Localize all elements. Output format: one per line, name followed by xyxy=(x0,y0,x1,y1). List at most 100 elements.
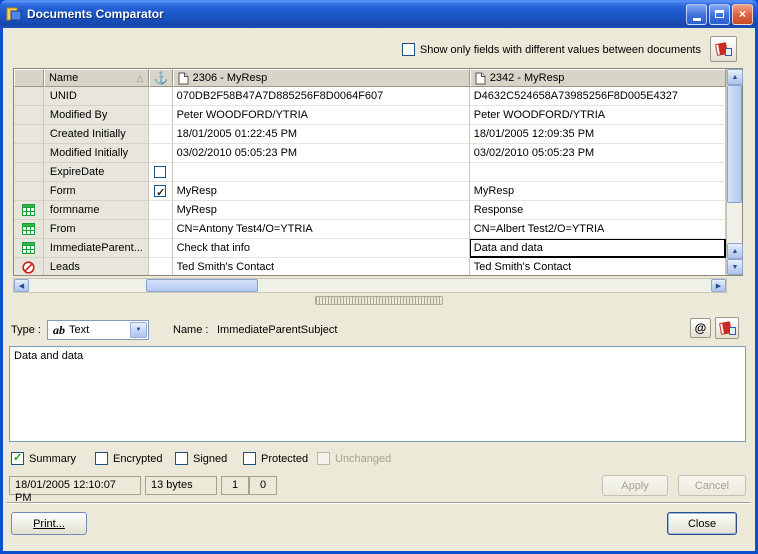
field-name-cell[interactable]: formname xyxy=(44,201,149,220)
comparator-field-button[interactable] xyxy=(715,317,739,339)
apply-button[interactable]: Apply xyxy=(602,475,668,496)
summary-label: Summary xyxy=(29,453,76,465)
footer-divider xyxy=(7,502,751,504)
anchor-cell[interactable] xyxy=(149,220,173,239)
table-row[interactable]: From CN=Antony Test4/O=YTRIA CN=Albert T… xyxy=(14,220,726,239)
vertical-scrollbar-thumb[interactable] xyxy=(727,85,742,203)
field-name-cell[interactable]: Modified Initially xyxy=(44,144,149,163)
table-row[interactable]: Leads Ted Smith's Contact Ted Smith's Co… xyxy=(14,258,726,275)
doc2-value-cell[interactable]: CN=Albert Test2/O=YTRIA xyxy=(470,220,726,239)
doc2-header-label: 2342 - MyResp xyxy=(490,69,565,87)
doc2-value-cell[interactable]: Ted Smith's Contact xyxy=(470,258,726,275)
table-row[interactable]: Form MyResp MyResp xyxy=(14,182,726,201)
table-row[interactable]: Modified Initially 03/02/2010 05:05:23 P… xyxy=(14,144,726,163)
filter-row: Show only fields with different values b… xyxy=(402,43,701,56)
doc1-value-cell[interactable]: Check that info xyxy=(173,239,470,258)
encrypted-label: Encrypted xyxy=(113,453,163,465)
anchor-cell[interactable] xyxy=(149,87,173,106)
scroll-up-button[interactable]: ▲ xyxy=(727,69,743,85)
doc1-value-cell[interactable]: 03/02/2010 05:05:23 PM xyxy=(173,144,470,163)
encrypted-checkbox[interactable] xyxy=(95,452,108,465)
doc2-value-cell[interactable]: Response xyxy=(470,201,726,220)
row-icon-cell xyxy=(14,87,44,106)
minimize-button[interactable] xyxy=(686,4,707,25)
doc2-value-cell[interactable]: Peter WOODFORD/YTRIA xyxy=(470,106,726,125)
doc1-value-cell[interactable]: Ted Smith's Contact xyxy=(173,258,470,275)
field-name-cell[interactable]: UNID xyxy=(44,87,149,106)
horizontal-scrollbar[interactable]: ◀ ▶ xyxy=(13,278,727,293)
close-button[interactable]: Close xyxy=(667,512,737,535)
doc2-value-cell-selected[interactable]: Data and data xyxy=(470,239,726,258)
filter-label: Show only fields with different values b… xyxy=(420,44,701,56)
grid-header-anchor[interactable]: ⚓ xyxy=(149,69,173,87)
doc1-value-cell[interactable]: MyResp xyxy=(173,201,470,220)
anchor-cell[interactable] xyxy=(149,258,173,275)
grid-header-name[interactable]: Name △ xyxy=(44,69,149,87)
unchanged-label: Unchanged xyxy=(335,453,391,465)
field-name-cell[interactable]: Form xyxy=(44,182,149,201)
horizontal-scrollbar-thumb[interactable] xyxy=(146,279,258,292)
table-row-selected[interactable]: ImmediateParent... Check that info Data … xyxy=(14,239,726,258)
table-row[interactable]: Modified By Peter WOODFORD/YTRIA Peter W… xyxy=(14,106,726,125)
field-name-cell[interactable]: Created Initially xyxy=(44,125,149,144)
comparator-tool-button[interactable] xyxy=(710,36,737,62)
row-checkbox[interactable] xyxy=(154,166,166,178)
chevron-down-icon[interactable]: ▼ xyxy=(130,322,147,338)
field-name-cell[interactable]: Modified By xyxy=(44,106,149,125)
pane-splitter-handle[interactable] xyxy=(315,296,443,305)
field-name-value: ImmediateParentSubject xyxy=(217,324,337,336)
anchor-cell[interactable] xyxy=(149,182,173,201)
type-dropdown[interactable]: ab Text ▼ xyxy=(47,320,149,340)
encrypted-flag: Encrypted xyxy=(95,452,163,465)
table-row[interactable]: formname MyResp Response xyxy=(14,201,726,220)
signed-checkbox[interactable] xyxy=(175,452,188,465)
anchor-cell[interactable] xyxy=(149,163,173,182)
close-window-button[interactable]: × xyxy=(732,4,753,25)
vertical-scrollbar[interactable]: ▲ ▲ ▼ xyxy=(726,69,742,275)
doc1-value-cell[interactable]: MyResp xyxy=(173,182,470,201)
doc2-value-cell[interactable]: MyResp xyxy=(470,182,726,201)
table-row[interactable]: Created Initially 18/01/2005 01:22:45 PM… xyxy=(14,125,726,144)
anchor-cell[interactable] xyxy=(149,239,173,258)
summary-checkbox[interactable] xyxy=(11,452,24,465)
field-name-cell[interactable]: From xyxy=(44,220,149,239)
doc1-value-cell[interactable] xyxy=(173,163,470,182)
row-checkbox[interactable] xyxy=(154,185,166,197)
scroll-right-button[interactable]: ▶ xyxy=(711,279,726,292)
close-icon: × xyxy=(739,7,746,21)
doc1-value-cell[interactable]: 18/01/2005 01:22:45 PM xyxy=(173,125,470,144)
scroll-down-button[interactable]: ▼ xyxy=(727,259,743,275)
doc1-value-cell[interactable]: Peter WOODFORD/YTRIA xyxy=(173,106,470,125)
title-bar[interactable]: Documents Comparator × xyxy=(0,0,758,28)
field-name-cell[interactable]: ExpireDate xyxy=(44,163,149,182)
text-type-icon: ab xyxy=(53,323,65,338)
print-button[interactable]: Print... xyxy=(11,512,87,535)
row-icon-cell xyxy=(14,106,44,125)
row-icon-cell xyxy=(14,163,44,182)
doc1-value-cell[interactable]: CN=Antony Test4/O=YTRIA xyxy=(173,220,470,239)
protected-checkbox[interactable] xyxy=(243,452,256,465)
doc2-value-cell[interactable]: 03/02/2010 05:05:23 PM xyxy=(470,144,726,163)
anchor-cell[interactable] xyxy=(149,125,173,144)
scroll-left-button[interactable]: ◀ xyxy=(14,279,29,292)
cancel-button[interactable]: Cancel xyxy=(678,475,746,496)
field-name-cell[interactable]: ImmediateParent... xyxy=(44,239,149,258)
maximize-button[interactable] xyxy=(709,4,730,25)
grid-header-doc2[interactable]: 2342 - MyResp xyxy=(470,69,726,87)
doc2-value-cell[interactable] xyxy=(470,163,726,182)
scroll-up-button-lower[interactable]: ▲ xyxy=(727,243,743,259)
at-formula-button[interactable]: @ xyxy=(690,318,711,338)
anchor-cell[interactable] xyxy=(149,201,173,220)
anchor-cell[interactable] xyxy=(149,144,173,163)
doc1-value-cell[interactable]: 070DB2F58B47A7D885256F8D0064F607 xyxy=(173,87,470,106)
filter-checkbox[interactable] xyxy=(402,43,415,56)
field-value-textarea[interactable]: Data and data xyxy=(9,346,746,442)
doc2-value-cell[interactable]: D4632C524658A73985256F8D005E4327 xyxy=(470,87,726,106)
table-row[interactable]: ExpireDate xyxy=(14,163,726,182)
table-row[interactable]: UNID 070DB2F58B47A7D885256F8D0064F607 D4… xyxy=(14,87,726,106)
anchor-cell[interactable] xyxy=(149,106,173,125)
grid-header-doc1[interactable]: 2306 - MyResp xyxy=(173,69,470,87)
doc2-value-cell[interactable]: 18/01/2005 12:09:35 PM xyxy=(470,125,726,144)
grid-corner-header[interactable] xyxy=(14,69,44,87)
field-name-cell[interactable]: Leads xyxy=(44,258,149,275)
